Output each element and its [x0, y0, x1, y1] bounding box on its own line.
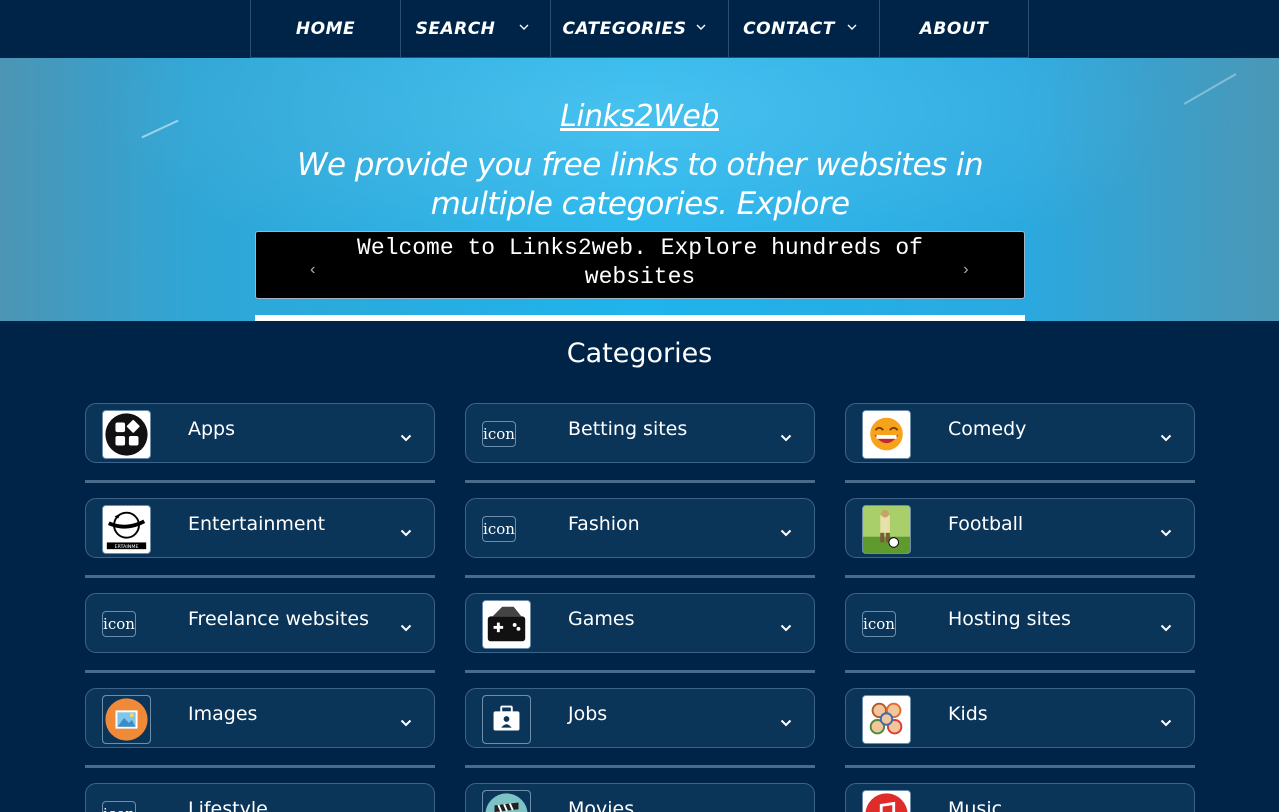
category-card-betting-sites[interactable]: icon Betting sites — [465, 403, 815, 463]
category-card-lifestyle[interactable]: icon Lifestyle — [85, 783, 435, 812]
chevron-down-icon[interactable] — [1160, 618, 1172, 632]
chevron-down-icon[interactable] — [780, 808, 792, 812]
category-label: Hosting sites — [948, 608, 1071, 630]
site-title-link[interactable]: Links2Web — [0, 99, 1279, 134]
nav-contact-label: CONTACT — [743, 18, 835, 39]
chevron-down-icon[interactable] — [780, 428, 792, 442]
music-note-icon — [862, 790, 911, 812]
broken-image-icon: icon — [102, 611, 136, 637]
broken-image-icon: icon — [482, 421, 516, 447]
category-label: Betting sites — [568, 418, 688, 440]
main-nav: HOME SEARCH CATEGORIES CONTACT ABOUT — [250, 0, 1029, 58]
nav-categories-label: CATEGORIES — [562, 18, 687, 39]
chevron-down-icon[interactable] — [400, 713, 412, 727]
nav-categories[interactable]: CATEGORIES — [550, 0, 728, 58]
category-card-games[interactable]: Games — [465, 593, 815, 653]
category-card-movies[interactable]: Movies — [465, 783, 815, 812]
ticker-next-icon[interactable]: › — [961, 256, 971, 285]
category-label: Music — [948, 798, 1003, 812]
category-label: Freelance websites — [188, 608, 369, 630]
chevron-down-icon[interactable] — [780, 618, 792, 632]
category-label: Entertainment — [188, 513, 326, 535]
category-divider — [845, 670, 1195, 673]
category-card-images[interactable]: Images — [85, 688, 435, 748]
nav-home[interactable]: HOME — [250, 0, 400, 58]
chevron-down-icon[interactable] — [400, 808, 412, 812]
chevron-down-icon[interactable] — [400, 428, 412, 442]
football-field-icon — [862, 505, 911, 554]
chevron-down-icon[interactable] — [400, 618, 412, 632]
briefcase-icon — [482, 695, 531, 744]
nav-search-label: SEARCH — [415, 18, 496, 39]
category-divider — [465, 480, 815, 483]
category-card-hosting-sites[interactable]: icon Hosting sites — [845, 593, 1195, 653]
category-divider — [85, 480, 435, 483]
chevron-down-icon[interactable] — [780, 713, 792, 727]
chevron-down-icon[interactable] — [1160, 523, 1172, 537]
category-divider — [465, 670, 815, 673]
category-label: Images — [188, 703, 258, 725]
kids-icon — [862, 695, 911, 744]
broken-image-icon: icon — [102, 801, 136, 812]
top-navigation-bar: HOME SEARCH CATEGORIES CONTACT ABOUT — [0, 0, 1279, 58]
category-divider — [85, 575, 435, 578]
category-card-freelance-websites[interactable]: icon Freelance websites — [85, 593, 435, 653]
category-card-apps[interactable]: Apps — [85, 403, 435, 463]
hero-divider — [255, 315, 1025, 321]
chevron-down-icon[interactable] — [1160, 808, 1172, 812]
category-card-entertainment[interactable]: ERTAINME Entertainment — [85, 498, 435, 558]
category-label: Jobs — [568, 703, 608, 725]
category-card-jobs[interactable]: Jobs — [465, 688, 815, 748]
category-divider — [85, 765, 435, 768]
laughing-face-icon — [862, 410, 911, 459]
chevron-down-icon — [696, 24, 706, 30]
category-divider — [85, 670, 435, 673]
broken-image-icon: icon — [482, 516, 516, 542]
category-divider — [465, 575, 815, 578]
clapperboard-icon — [482, 790, 531, 812]
apps-icon — [102, 410, 151, 459]
hero-tagline: We provide you free links to other websi… — [296, 147, 984, 222]
category-card-music[interactable]: Music — [845, 783, 1195, 812]
category-label: Football — [948, 513, 1024, 535]
gamepad-icon — [482, 600, 531, 649]
category-label: Lifestyle — [188, 798, 268, 812]
category-card-football[interactable]: Football — [845, 498, 1195, 558]
nav-about[interactable]: ABOUT — [879, 0, 1029, 58]
broken-image-icon: icon — [862, 611, 896, 637]
nav-search[interactable]: SEARCH — [400, 0, 550, 58]
category-card-comedy[interactable]: Comedy — [845, 403, 1195, 463]
categories-heading: Categories — [566, 338, 713, 369]
category-divider — [845, 575, 1195, 578]
image-icon — [102, 695, 151, 744]
nav-contact[interactable]: CONTACT — [728, 0, 879, 58]
category-divider — [845, 765, 1195, 768]
chevron-down-icon[interactable] — [1160, 428, 1172, 442]
category-divider — [465, 765, 815, 768]
category-label: Games — [568, 608, 635, 630]
category-label: Apps — [188, 418, 236, 440]
chevron-down-icon — [847, 24, 857, 30]
entertainment-logo-icon: ERTAINME — [102, 505, 151, 554]
chevron-down-icon[interactable] — [400, 523, 412, 537]
ticker-text: Welcome to Links2web. Explore hundreds o… — [357, 235, 923, 290]
category-card-fashion[interactable]: icon Fashion — [465, 498, 815, 558]
welcome-ticker: ‹ Welcome to Links2web. Explore hundreds… — [255, 231, 1025, 299]
category-divider — [845, 480, 1195, 483]
svg-text:ERTAINME: ERTAINME — [115, 544, 139, 550]
category-label: Kids — [948, 703, 988, 725]
chevron-down-icon[interactable] — [780, 523, 792, 537]
nav-about-label: ABOUT — [919, 18, 989, 39]
category-label: Fashion — [568, 513, 640, 535]
ticker-prev-icon[interactable]: ‹ — [308, 256, 318, 285]
category-card-kids[interactable]: Kids — [845, 688, 1195, 748]
chevron-down-icon[interactable] — [1160, 713, 1172, 727]
nav-home-label: HOME — [295, 18, 356, 39]
chevron-down-icon — [519, 24, 529, 30]
category-label: Comedy — [948, 418, 1027, 440]
category-label: Movies — [568, 798, 635, 812]
